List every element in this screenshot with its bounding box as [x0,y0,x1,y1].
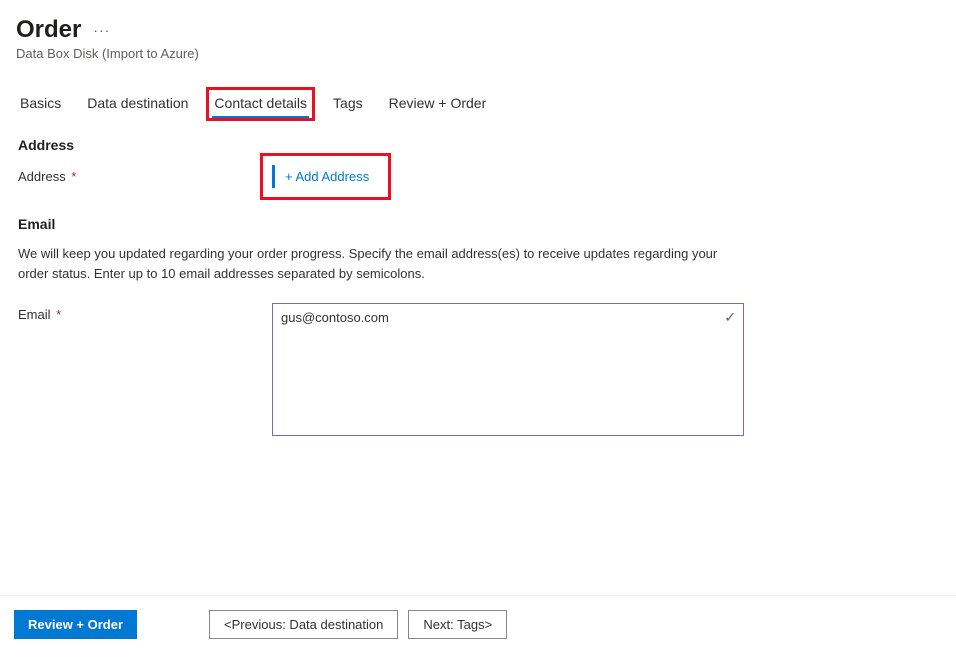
next-button[interactable]: Next: Tags> [408,610,507,639]
tab-tags[interactable]: Tags [331,91,365,117]
tab-data-destination[interactable]: Data destination [85,91,190,117]
email-section-heading: Email [18,216,938,232]
more-icon[interactable]: ··· [93,22,110,38]
page-title: Order [16,16,81,44]
previous-button[interactable]: <Previous: Data destination [209,610,398,639]
tab-review-order[interactable]: Review + Order [387,91,489,117]
required-indicator: * [68,169,77,184]
tab-contact-details[interactable]: Contact details [212,91,309,117]
email-description: We will keep you updated regarding your … [18,244,748,283]
review-order-button[interactable]: Review + Order [14,610,137,639]
email-field-label: Email * [18,303,272,322]
tabs: Basics Data destination Contact details … [0,73,956,117]
required-indicator: * [53,307,62,322]
page-subtitle: Data Box Disk (Import to Azure) [16,46,940,61]
tab-contact-details-label: Contact details [214,95,307,111]
tab-basics[interactable]: Basics [18,91,63,117]
add-address-button[interactable]: + Add Address [272,165,379,188]
email-input[interactable] [272,303,744,436]
footer: Review + Order <Previous: Data destinati… [0,595,956,657]
address-field-label: Address * [18,165,272,184]
address-section-heading: Address [18,137,938,153]
